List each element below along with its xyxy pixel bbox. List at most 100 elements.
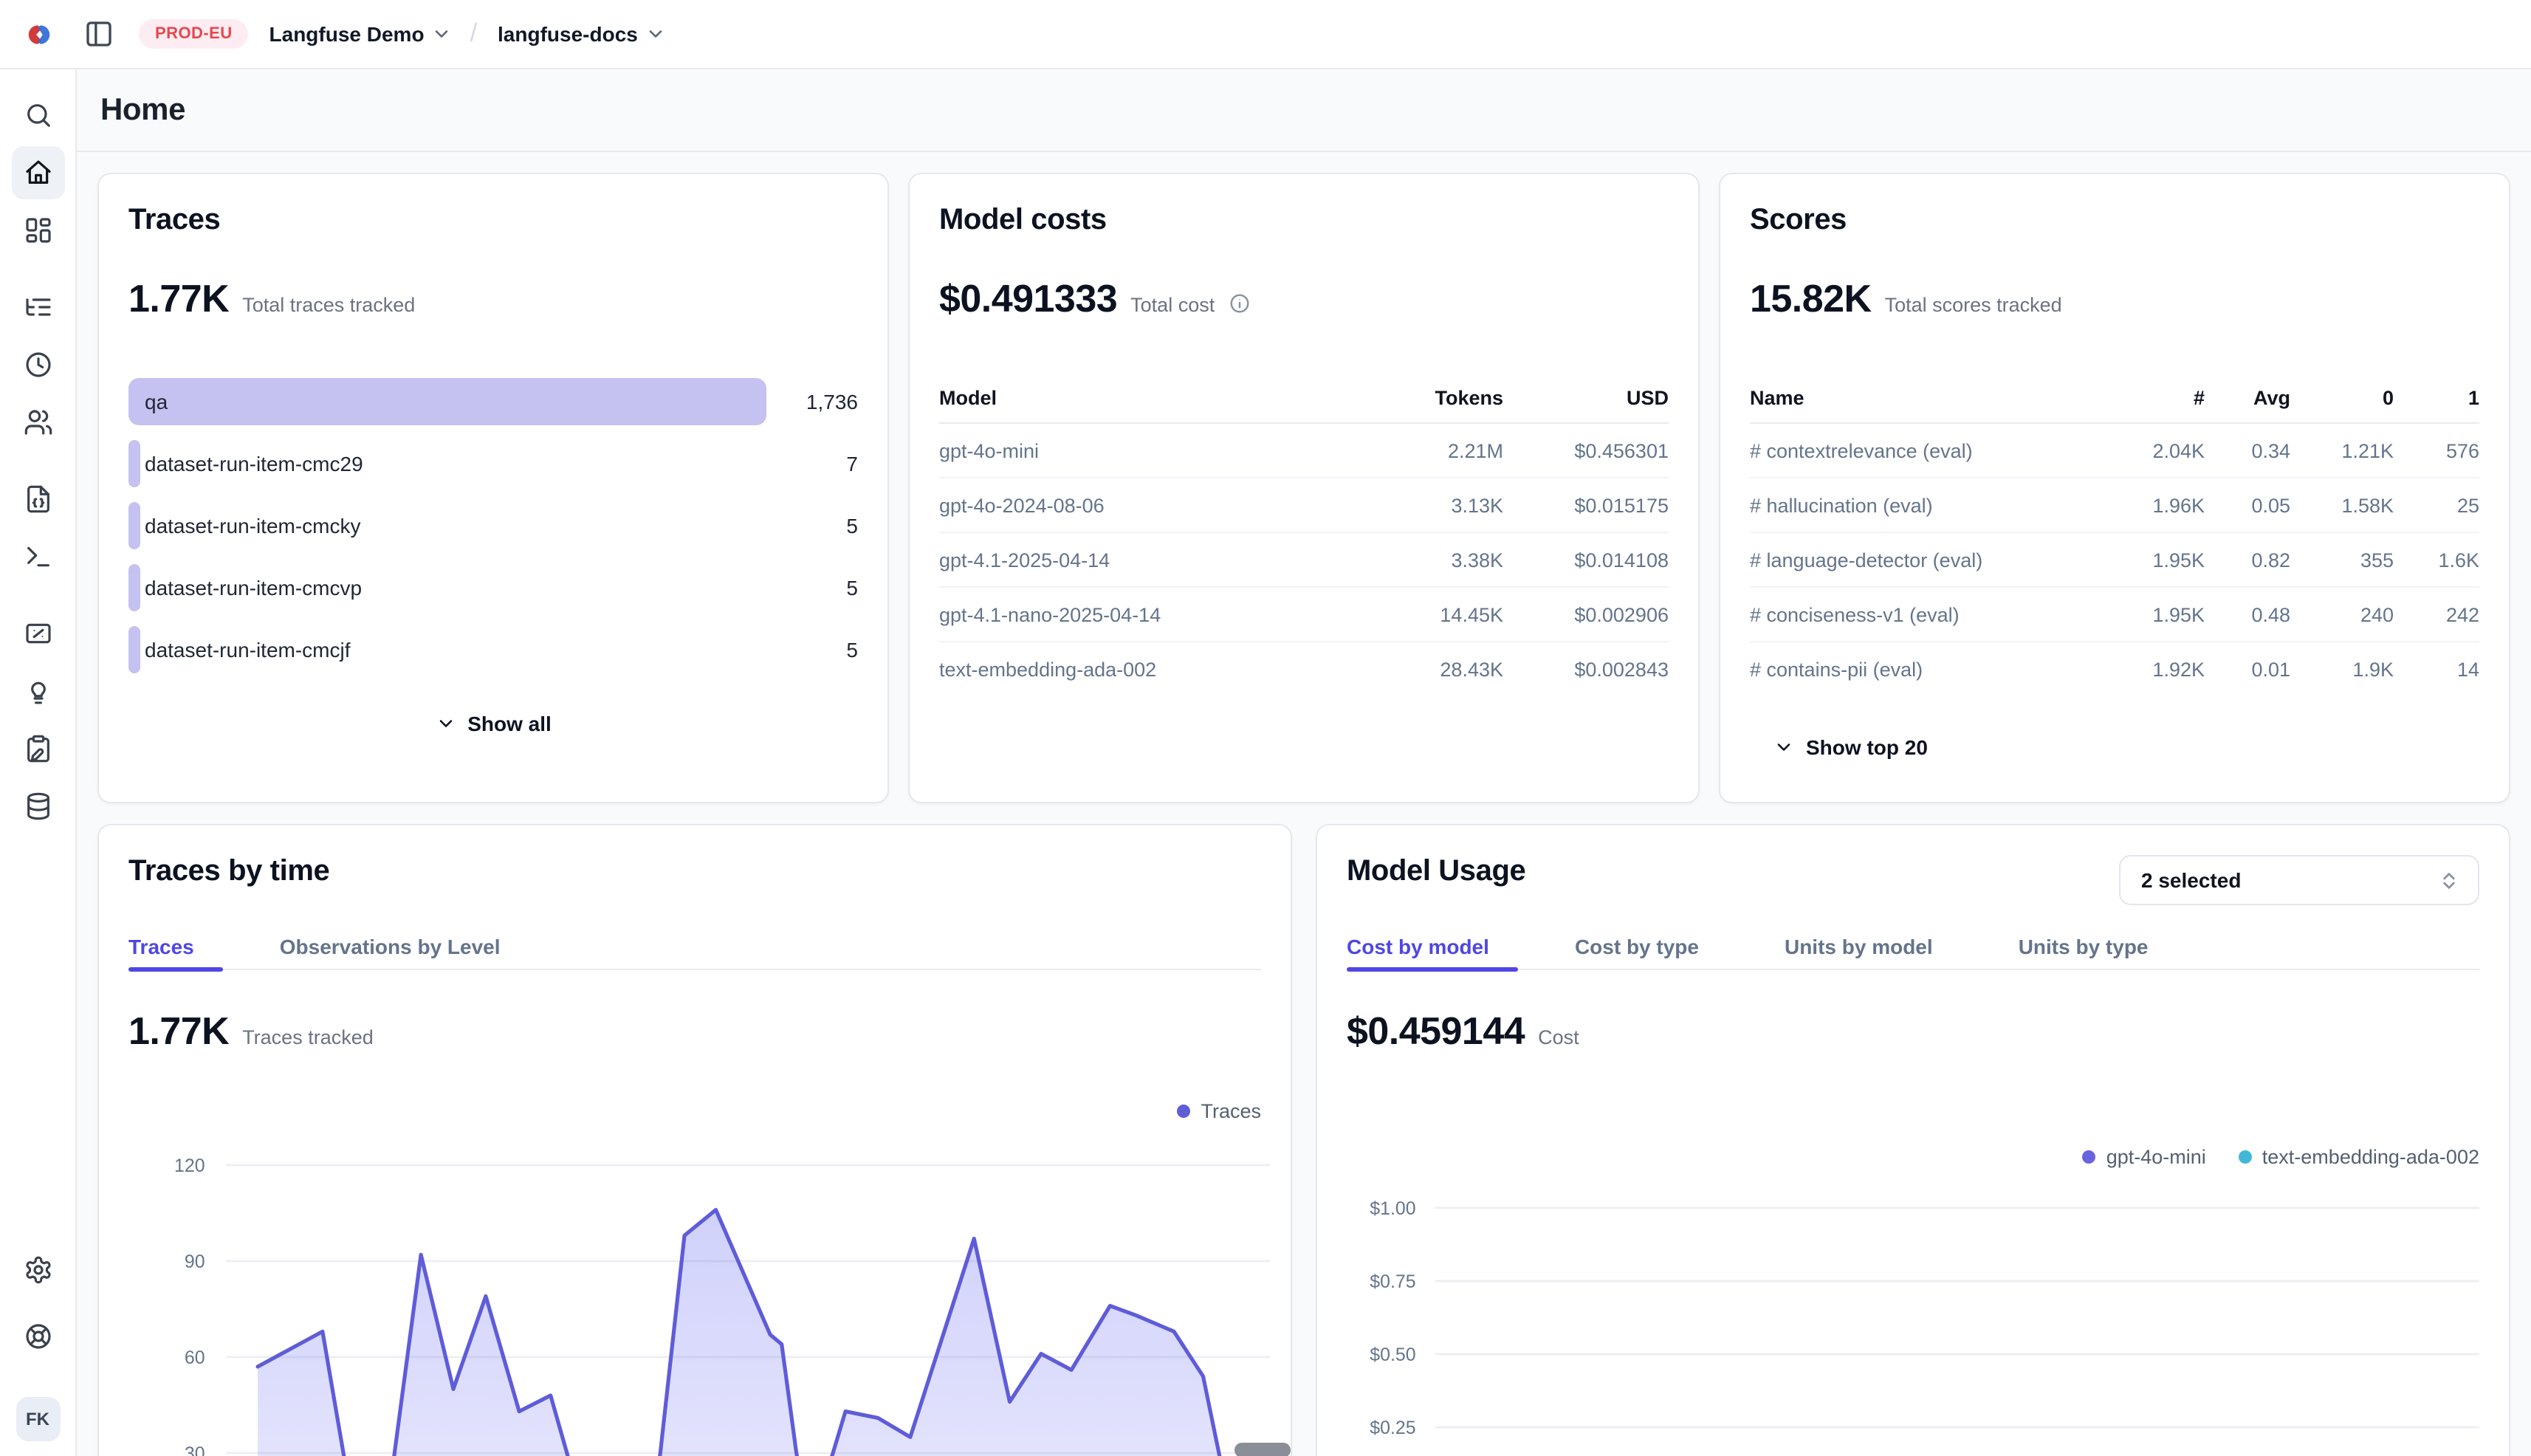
tab-traces[interactable]: Traces [128,935,224,969]
info-icon[interactable] [1228,292,1250,315]
table-row[interactable]: # contextrelevance (eval)2.04K0.341.21K5… [1750,424,2479,478]
sidebar-item-lightbulb[interactable] [11,665,64,718]
sidebar-nav-groups [11,89,64,856]
chevron-down-icon [435,713,456,734]
trace-bar-row[interactable]: dataset-run-item-cmc29 7 [128,440,858,487]
table-header: Name#Avg01 [1750,387,2479,424]
trace-bar [128,564,140,611]
tab-units-by-model[interactable]: Units by model [1785,935,1962,969]
trace-bar [128,502,140,549]
trace-bar-row[interactable]: dataset-run-item-cmcky5 [128,502,858,549]
model-usage-metric-value: $0.459144 [1347,1009,1525,1054]
evaluation-icon [23,619,52,648]
table-row[interactable]: # contains-pii (eval)1.92K0.011.9K14 [1750,642,2479,697]
model-select-dropdown[interactable]: 2 selected [2119,855,2479,905]
table-row[interactable]: gpt-4.1-2025-04-143.38K$0.014108 [939,533,1669,588]
show-all-button[interactable]: Show all [435,712,552,735]
cell-value: 1.9K [2290,659,2394,681]
chevrons-up-down-icon [2438,869,2460,891]
trace-bar-value: 7 [766,452,858,475]
trace-bar-row[interactable]: dataset-run-item-cmcjf5 [128,626,858,673]
horizontal-scrollbar-thumb[interactable] [1234,1443,1291,1456]
sidebar: FK [0,69,77,1456]
model-usage-metric: $0.459144 Cost [1347,1009,1579,1054]
tab-cost-by-type[interactable]: Cost by type [1575,935,1728,969]
trace-bar-label: dataset-run-item-cmcvp [145,564,362,611]
trace-bar-row[interactable]: qa1,736 [128,378,858,425]
cell-value: 2.21M [1367,439,1503,461]
trace-bar-label: dataset-run-item-cmc29 [145,440,363,487]
column-header: Tokens [1367,387,1503,409]
trace-bar-value: 5 [766,576,858,600]
sidebar-item-search[interactable] [11,89,64,142]
cell-value: 1.92K [2113,659,2205,681]
org-switcher[interactable]: Langfuse Demo [269,22,453,46]
trace-bar [128,378,766,425]
tab-observations-by-level[interactable]: Observations by Level [280,935,530,969]
settings-button[interactable] [11,1243,64,1297]
lightbulb-icon [23,676,52,706]
table-row[interactable]: gpt-4o-mini2.21M$0.456301 [939,424,1669,478]
cell-value: 1.96K [2113,494,2205,516]
support-button[interactable] [11,1310,64,1363]
users-icon [23,408,52,437]
sidebar-item-playground[interactable] [11,530,64,583]
dashboard-icon [23,216,52,245]
table-row[interactable]: text-embedding-ada-00228.43K$0.002843 [939,642,1669,697]
prompts-icon [23,484,52,514]
sidebar-nav-group [11,281,64,449]
cell-value: 242 [2394,603,2479,625]
traces-chart-legend: Traces [1177,1100,1261,1122]
svg-text:120: 120 [174,1155,205,1176]
sidebar-item-evaluation[interactable] [11,607,64,660]
sidebar-item-dashboard[interactable] [11,204,64,257]
sidebar-item-home[interactable] [11,146,64,199]
cell-value: 355 [2290,549,2394,571]
column-header: Name [1750,387,2113,409]
column-header: 1 [2394,387,2479,409]
table-row[interactable]: # conciseness-v1 (eval)1.95K0.48240242 [1750,588,2479,642]
cell-value: 0.34 [2205,439,2290,461]
table-row[interactable]: # language-detector (eval)1.95K0.823551.… [1750,533,2479,588]
sidebar-item-tracing[interactable] [11,281,64,334]
table-row[interactable]: # hallucination (eval)1.96K0.051.58K25 [1750,478,2479,533]
legend-dot [2239,1150,2252,1164]
sidebar-item-sessions[interactable] [11,338,64,391]
langfuse-logo[interactable] [0,20,77,48]
legend-item: gpt-4o-mini [2083,1146,2206,1168]
sidebar-nav-group [11,89,64,257]
cell-value: 1.6K [2394,549,2479,571]
sidebar-item-prompts[interactable] [11,473,64,526]
legend-dot [1177,1105,1190,1118]
scores-metric: 15.82K Total scores tracked [1750,276,2479,322]
cell-value: 240 [2290,603,2394,625]
sidebar-toggle-button[interactable] [77,12,121,56]
cell-value: 1.58K [2290,494,2394,516]
sidebar-item-annotation[interactable] [11,722,64,775]
chevron-down-icon [1773,737,1794,758]
legend-label: gpt-4o-mini [2106,1146,2206,1168]
playground-icon [23,542,52,571]
scores-table: Name#Avg01# contextrelevance (eval)2.04K… [1750,387,2479,697]
main-area: Home Traces 1.77K Total traces tracked q… [77,69,2531,1456]
show-top-20-button[interactable]: Show top 20 [1773,735,1928,759]
user-avatar[interactable]: FK [16,1397,60,1441]
breadcrumb-slash: / [470,19,477,49]
column-header: Avg [2205,387,2290,409]
langfuse-logo-icon [24,20,52,48]
trace-bar-row[interactable]: dataset-run-item-cmcvp 5 [128,564,858,611]
sidebar-item-datasets[interactable] [11,780,64,833]
show-all-label: Show all [467,712,552,735]
sidebar-item-users[interactable] [11,396,64,449]
legend-label: text-embedding-ada-002 [2262,1146,2479,1168]
model-select-value: 2 selected [2141,868,2241,892]
legend-label: Traces [1201,1100,1261,1122]
tab-cost-by-model[interactable]: Cost by model [1347,935,1519,969]
tab-units-by-type[interactable]: Units by type [2019,935,2178,969]
project-switcher[interactable]: langfuse-docs [498,22,666,46]
table-row[interactable]: gpt-4o-2024-08-063.13K$0.015175 [939,478,1669,533]
cell-value: 14 [2394,659,2479,681]
table-row[interactable]: gpt-4.1-nano-2025-04-1414.45K$0.002906 [939,588,1669,642]
legend-item: Traces [1177,1100,1261,1122]
org-name: Langfuse Demo [269,22,425,46]
